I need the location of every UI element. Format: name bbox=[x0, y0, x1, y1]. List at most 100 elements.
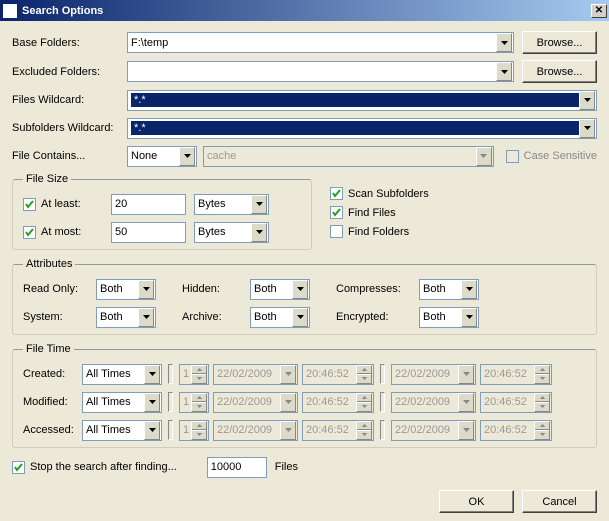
spinner-icon bbox=[356, 393, 372, 412]
separator bbox=[168, 420, 173, 440]
archive-combo[interactable]: Both bbox=[250, 307, 310, 328]
files-wildcard-value: *.* bbox=[131, 93, 579, 107]
checkbox-icon bbox=[330, 206, 343, 219]
system-combo[interactable]: Both bbox=[96, 307, 156, 328]
read-only-label: Read Only: bbox=[23, 283, 88, 295]
file-time-legend: File Time bbox=[23, 343, 74, 355]
read-only-combo[interactable]: Both bbox=[96, 279, 156, 300]
separator bbox=[168, 364, 173, 384]
chevron-down-icon[interactable] bbox=[461, 308, 477, 327]
system-label: System: bbox=[23, 311, 88, 323]
accessed-label: Accessed: bbox=[23, 424, 78, 436]
chevron-down-icon[interactable] bbox=[179, 147, 195, 166]
encrypted-combo[interactable]: Both bbox=[419, 307, 479, 328]
at-least-unit-combo[interactable]: Bytes bbox=[194, 194, 269, 215]
checkbox-icon bbox=[23, 198, 36, 211]
chevron-down-icon[interactable] bbox=[579, 119, 595, 138]
file-contains-text-value: cache bbox=[207, 150, 476, 162]
chevron-down-icon[interactable] bbox=[144, 365, 160, 384]
checkbox-icon bbox=[12, 461, 25, 474]
chevron-down-icon[interactable] bbox=[292, 280, 308, 299]
at-least-label: At least: bbox=[41, 198, 81, 210]
created-date1: 22/02/2009 bbox=[213, 364, 298, 385]
attributes-legend: Attributes bbox=[23, 258, 75, 270]
accessed-time2: 20:46:52 bbox=[480, 420, 552, 441]
checkbox-icon bbox=[23, 226, 36, 239]
file-contains-mode-combo[interactable]: None bbox=[127, 146, 197, 167]
titlebar: Search Options ✕ bbox=[0, 0, 609, 21]
stop-after-label: Stop the search after finding... bbox=[30, 461, 177, 473]
files-wildcard-combo[interactable]: *.* bbox=[127, 90, 597, 111]
find-files-checkbox[interactable]: Find Files bbox=[330, 206, 429, 219]
files-label: Files bbox=[275, 461, 298, 473]
accessed-time1: 20:46:52 bbox=[302, 420, 374, 441]
at-most-checkbox[interactable]: At most: bbox=[23, 226, 103, 239]
spinner-icon bbox=[191, 393, 207, 412]
chevron-down-icon[interactable] bbox=[144, 393, 160, 412]
scan-subfolders-checkbox[interactable]: Scan Subfolders bbox=[330, 187, 429, 200]
file-time-group: File Time Created:All Times122/02/200920… bbox=[12, 343, 597, 448]
subfolders-wildcard-combo[interactable]: *.* bbox=[127, 118, 597, 139]
file-contains-mode-value: None bbox=[131, 150, 179, 162]
chevron-down-icon[interactable] bbox=[496, 62, 512, 81]
chevron-down-icon[interactable] bbox=[461, 280, 477, 299]
hidden-label: Hidden: bbox=[182, 283, 242, 295]
cancel-button[interactable]: Cancel bbox=[522, 490, 597, 513]
stop-after-checkbox[interactable]: Stop the search after finding... bbox=[12, 461, 177, 474]
base-folders-value: F:\temp bbox=[131, 37, 496, 49]
window-title: Search Options bbox=[22, 5, 591, 17]
at-most-unit-value: Bytes bbox=[198, 226, 251, 238]
ok-button[interactable]: OK bbox=[439, 490, 514, 513]
close-button[interactable]: ✕ bbox=[591, 4, 607, 18]
chevron-down-icon[interactable] bbox=[251, 223, 267, 242]
created-mode-combo[interactable]: All Times bbox=[82, 364, 162, 385]
checkbox-icon bbox=[330, 187, 343, 200]
accessed-date2: 22/02/2009 bbox=[391, 420, 476, 441]
chevron-down-icon[interactable] bbox=[138, 308, 154, 327]
chevron-down-icon[interactable] bbox=[496, 33, 512, 52]
created-date2: 22/02/2009 bbox=[391, 364, 476, 385]
chevron-down-icon[interactable] bbox=[251, 195, 267, 214]
at-most-unit-combo[interactable]: Bytes bbox=[194, 222, 269, 243]
compresses-combo[interactable]: Both bbox=[419, 279, 479, 300]
base-folders-label: Base Folders: bbox=[12, 37, 127, 49]
chevron-down-icon[interactable] bbox=[138, 280, 154, 299]
hidden-combo[interactable]: Both bbox=[250, 279, 310, 300]
find-folders-label: Find Folders bbox=[348, 226, 409, 238]
chevron-down-icon bbox=[458, 393, 474, 412]
chevron-down-icon[interactable] bbox=[292, 308, 308, 327]
find-files-label: Find Files bbox=[348, 207, 396, 219]
modified-label: Modified: bbox=[23, 396, 78, 408]
base-folders-combo[interactable]: F:\temp bbox=[127, 32, 514, 53]
accessed-date1: 22/02/2009 bbox=[213, 420, 298, 441]
excluded-folders-combo[interactable] bbox=[127, 61, 514, 82]
modified-date1: 22/02/2009 bbox=[213, 392, 298, 413]
modified-num: 1 bbox=[179, 392, 209, 413]
created-label: Created: bbox=[23, 368, 78, 380]
separator bbox=[380, 420, 385, 440]
browse-excluded-button[interactable]: Browse... bbox=[522, 60, 597, 83]
at-least-checkbox[interactable]: At least: bbox=[23, 198, 103, 211]
case-sensitive-checkbox: Case Sensitive bbox=[506, 150, 597, 163]
browse-base-button[interactable]: Browse... bbox=[522, 31, 597, 54]
accessed-mode-combo[interactable]: All Times bbox=[82, 420, 162, 441]
created-time2: 20:46:52 bbox=[480, 364, 552, 385]
find-folders-checkbox[interactable]: Find Folders bbox=[330, 225, 429, 238]
stop-after-input[interactable] bbox=[207, 457, 267, 478]
spinner-icon bbox=[534, 365, 550, 384]
spinner-icon bbox=[356, 365, 372, 384]
chevron-down-icon[interactable] bbox=[144, 421, 160, 440]
file-contains-text-combo: cache bbox=[203, 146, 494, 167]
modified-mode-combo[interactable]: All Times bbox=[82, 392, 162, 413]
at-most-input[interactable] bbox=[111, 222, 186, 243]
spinner-icon bbox=[191, 365, 207, 384]
spinner-icon bbox=[534, 393, 550, 412]
at-least-input[interactable] bbox=[111, 194, 186, 215]
chevron-down-icon[interactable] bbox=[579, 91, 595, 110]
checkbox-icon bbox=[330, 225, 343, 238]
archive-label: Archive: bbox=[182, 311, 242, 323]
subfolders-wildcard-value: *.* bbox=[131, 121, 579, 135]
files-wildcard-label: Files Wildcard: bbox=[12, 94, 127, 106]
spinner-icon bbox=[534, 421, 550, 440]
chevron-down-icon bbox=[280, 393, 296, 412]
